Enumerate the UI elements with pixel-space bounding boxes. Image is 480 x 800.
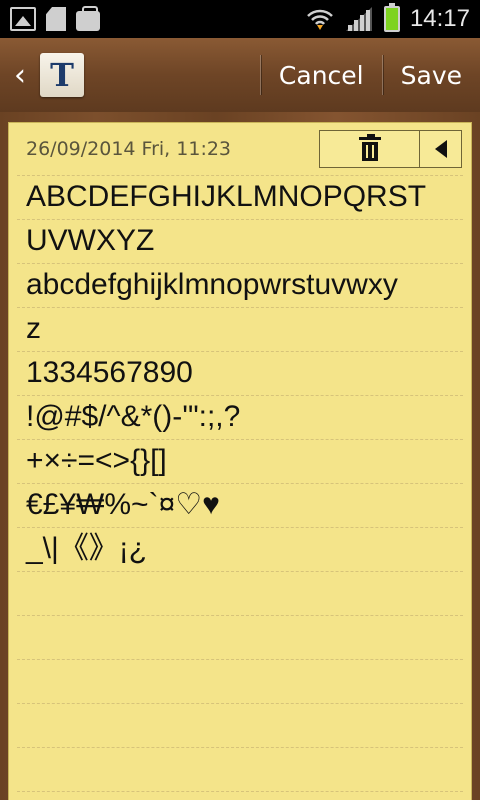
chevron-left-icon[interactable]: ‹ [0,38,40,112]
note-text-line[interactable]: !@#$/^&*()-'":;,? [26,395,240,439]
note-date: 26/09/2014 Fri, 11:23 [26,138,232,160]
cancel-button[interactable]: Cancel [261,38,382,112]
gallery-icon [10,7,36,31]
note-text-line[interactable]: 1334567890 [26,351,193,395]
status-time: 14:17 [409,5,470,32]
note-text-line[interactable]: _\|《》¡¿ [26,527,147,571]
note-header: 26/09/2014 Fri, 11:23 [9,123,471,175]
battery-icon [383,3,400,32]
note-paper[interactable]: 26/09/2014 Fri, 11:23 ABCDEFGHIJKLMNOPQR… [8,122,472,800]
note-text-line[interactable]: €£¥₩%~`¤♡♥ [26,483,220,527]
trash-icon [358,134,381,161]
save-button[interactable]: Save [383,38,480,112]
note-text-line[interactable]: ABCDEFGHIJKLMNOPQRST [26,175,426,219]
notification-icons [10,6,100,31]
wifi-icon [307,9,333,30]
app-icon[interactable]: T [40,53,84,97]
system-icons: 14:17 [306,3,470,33]
triangle-left-icon [434,140,447,158]
note-text-line[interactable]: abcdefghijklmnopwrstuvwxy [26,263,398,307]
status-bar: 14:17 [0,0,480,38]
signal-icon [345,7,372,31]
shopping-bag-icon [76,6,100,31]
note-text-line[interactable]: UVWXYZ [26,219,154,263]
action-bar: ‹ T Cancel Save [0,38,480,112]
note-text-line[interactable]: z [26,307,41,351]
note-text-line[interactable]: +×÷=<>{}[] [26,439,167,483]
previous-button[interactable] [420,131,461,167]
note-toolbar [319,130,462,168]
delete-button[interactable] [320,131,420,167]
sd-card-icon [46,7,66,31]
